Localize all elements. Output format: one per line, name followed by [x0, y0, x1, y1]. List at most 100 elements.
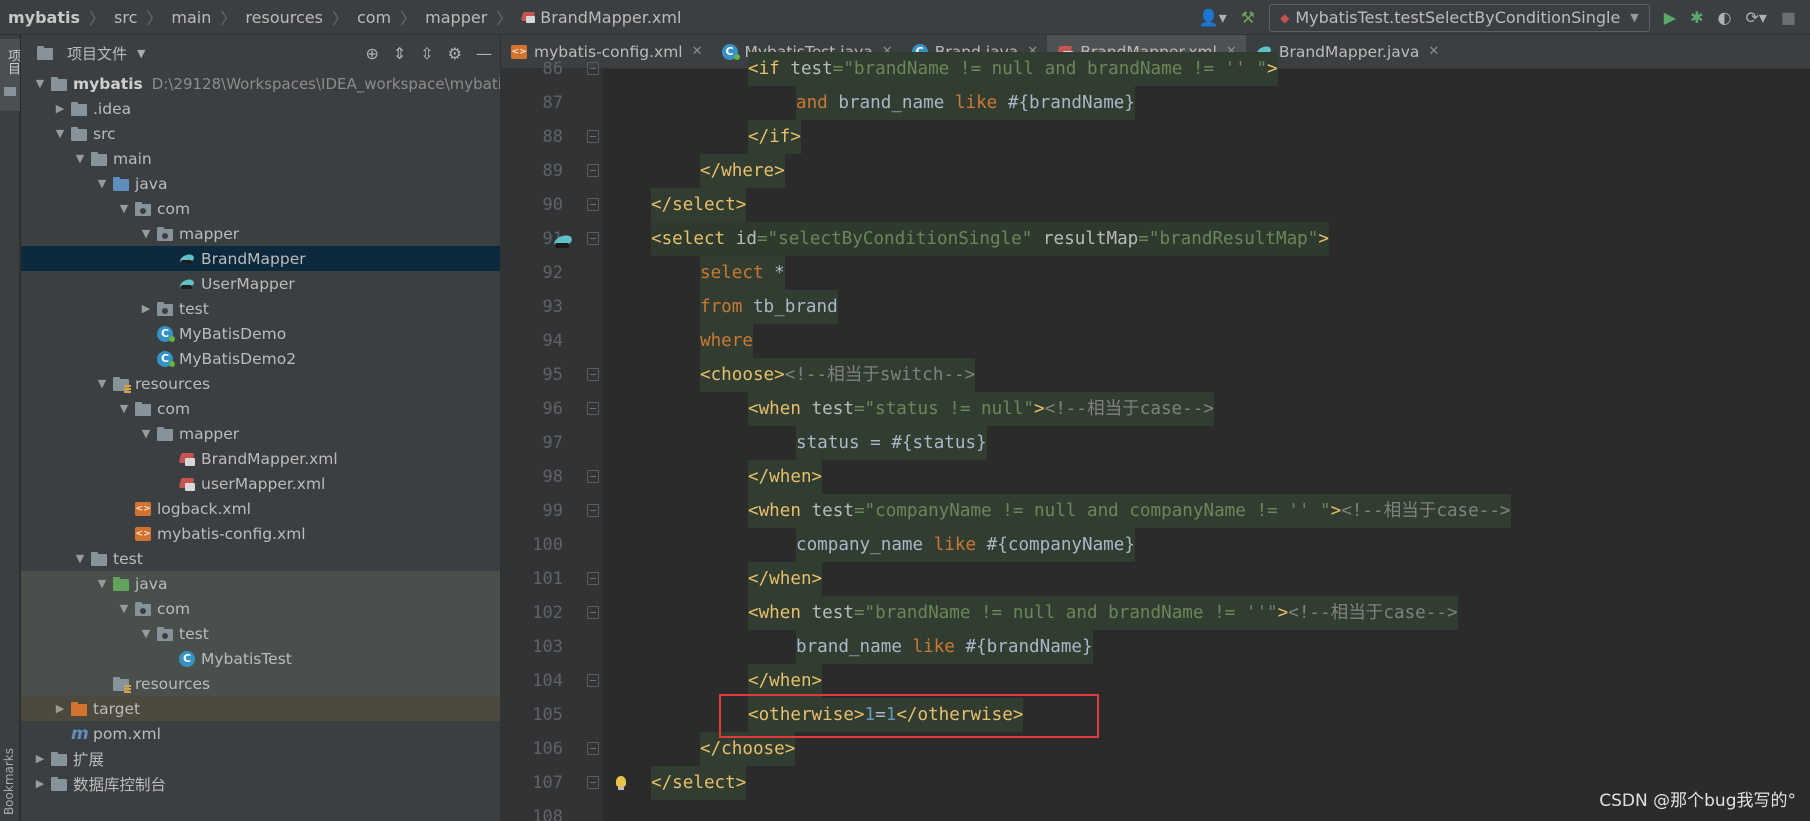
- tree-item-mybatisdemo2[interactable]: MyBatisDemo2: [21, 346, 500, 371]
- fold-marker-icon[interactable]: [587, 62, 599, 75]
- fold-marker-icon[interactable]: [587, 164, 599, 177]
- profile-icon[interactable]: ⟳▾: [1745, 8, 1766, 27]
- chevron-right-icon[interactable]: ▶: [135, 302, 157, 315]
- tree-item-usermapper[interactable]: UserMapper: [21, 271, 500, 296]
- gear-icon[interactable]: ⚙: [448, 44, 462, 63]
- fold-marker-icon[interactable]: [587, 232, 599, 245]
- chevron-down-icon[interactable]: ▼: [135, 427, 157, 440]
- breadcrumb-item[interactable]: BrandMapper.xml: [540, 8, 681, 27]
- tree-item-brandmapper-xml[interactable]: BrandMapper.xml: [21, 446, 500, 471]
- tree-item-mybatis-config-xml[interactable]: mybatis-config.xml: [21, 521, 500, 546]
- breadcrumb-item[interactable]: main: [171, 8, 211, 27]
- chevron-down-icon[interactable]: ▼: [49, 127, 71, 140]
- tree-item-main[interactable]: ▼ main: [21, 146, 500, 171]
- chevron-down-icon[interactable]: ▼: [137, 47, 145, 60]
- run-configuration-select[interactable]: ◆ MybatisTest.testSelectByConditionSingl…: [1269, 3, 1650, 32]
- tree-item-test-com[interactable]: ▼ com: [21, 596, 500, 621]
- code-text: </where>: [700, 154, 785, 188]
- chevron-right-icon[interactable]: ▶: [29, 777, 51, 790]
- resources-folder-icon: [113, 376, 131, 393]
- tree-item-mybatis[interactable]: ▼ mybatis D:\29128\Workspaces\IDEA_works…: [21, 71, 500, 96]
- tree-item-brandmapper[interactable]: BrandMapper: [21, 246, 500, 271]
- build-hammer-icon[interactable]: ⚒: [1241, 8, 1255, 27]
- fold-marker-icon[interactable]: [587, 572, 599, 585]
- tree-item-label: mapper: [179, 424, 240, 443]
- fold-marker-icon[interactable]: [587, 776, 599, 789]
- chevron-right-icon[interactable]: ▶: [49, 102, 71, 115]
- run-icon[interactable]: ▶: [1664, 8, 1676, 27]
- project-view-title[interactable]: 项目文件: [67, 43, 127, 64]
- bookmarks-tool-tab[interactable]: Bookmarks: [2, 748, 16, 815]
- fold-marker-icon[interactable]: [587, 368, 599, 381]
- chevron-down-icon[interactable]: ▼: [135, 227, 157, 240]
- fold-marker-icon[interactable]: [587, 130, 599, 143]
- breadcrumb-item[interactable]: src: [114, 8, 137, 27]
- tree-item-res-mapper[interactable]: ▼ mapper: [21, 421, 500, 446]
- package-icon: [157, 226, 173, 242]
- chevron-down-icon[interactable]: ▼: [29, 77, 51, 90]
- code-line: 91 <select id="selectByConditionSingle" …: [501, 222, 1810, 256]
- fold-marker-icon[interactable]: [587, 402, 599, 415]
- breadcrumb-item[interactable]: mybatis: [8, 8, 80, 27]
- tree-item-db-console[interactable]: ▶ 数据库控制台: [21, 771, 500, 796]
- fold-marker-icon[interactable]: [587, 198, 599, 211]
- breadcrumb-item[interactable]: com: [357, 8, 391, 27]
- annotation-highlight-box: [719, 694, 1099, 738]
- fold-marker-icon[interactable]: [587, 606, 599, 619]
- fold-marker-icon[interactable]: [587, 742, 599, 755]
- tree-item-res-com[interactable]: ▼ com: [21, 396, 500, 421]
- user-icon[interactable]: 👤▾: [1199, 8, 1227, 27]
- tree-item-test[interactable]: ▼ test: [21, 546, 500, 571]
- tree-item-mybatistest[interactable]: MybatisTest: [21, 646, 500, 671]
- chevron-down-icon[interactable]: ▼: [69, 152, 91, 165]
- tree-item-usermapper-xml[interactable]: userMapper.xml: [21, 471, 500, 496]
- fold-marker-icon[interactable]: [587, 470, 599, 483]
- lightbulb-icon[interactable]: [616, 776, 626, 790]
- code-line: 99 <when test="companyName != null and c…: [501, 494, 1810, 528]
- tree-item-test-java[interactable]: ▼ java: [21, 571, 500, 596]
- breadcrumb-item[interactable]: mapper: [425, 8, 487, 27]
- chevron-down-icon[interactable]: ▼: [91, 577, 113, 590]
- tree-item-src[interactable]: ▼ src: [21, 121, 500, 146]
- fold-marker-icon[interactable]: [587, 674, 599, 687]
- chevron-right-icon[interactable]: ▶: [29, 752, 51, 765]
- tree-item-test-resources[interactable]: resources: [21, 671, 500, 696]
- chevron-down-icon[interactable]: ▼: [113, 202, 135, 215]
- tree-item-mybatisdemo[interactable]: MyBatisDemo: [21, 321, 500, 346]
- code-area[interactable]: 86 <if test="brandName != null and brand…: [501, 52, 1810, 821]
- navigation-bar: mybatis 〉 src 〉 main 〉 resources 〉 com 〉…: [0, 0, 1810, 35]
- chevron-down-icon[interactable]: ▼: [113, 602, 135, 615]
- tree-item-logback-xml[interactable]: logback.xml: [21, 496, 500, 521]
- tree-item-test-package[interactable]: ▶ test: [21, 296, 500, 321]
- tree-item-com[interactable]: ▼ com: [21, 196, 500, 221]
- stop-icon[interactable]: ■: [1781, 8, 1796, 27]
- mybatis-navigate-icon[interactable]: [552, 233, 574, 251]
- minimize-icon[interactable]: —: [476, 44, 492, 63]
- code-text: company_name like #{companyName}: [796, 528, 1135, 562]
- chevron-down-icon[interactable]: ▼: [91, 377, 113, 390]
- locate-icon[interactable]: ⊕: [365, 44, 378, 63]
- debug-icon[interactable]: ✱: [1690, 8, 1703, 27]
- breadcrumb-item[interactable]: resources: [245, 8, 323, 27]
- tree-item-idea[interactable]: ▶ .idea: [21, 96, 500, 121]
- tree-item-resources[interactable]: ▼ resources: [21, 371, 500, 396]
- project-tool-tab[interactable]: 项目: [0, 39, 20, 111]
- package-icon: [157, 626, 173, 642]
- tree-item-java[interactable]: ▼ java: [21, 171, 500, 196]
- tree-item-pom-xml[interactable]: pom.xml: [21, 721, 500, 746]
- tree-item-mapper[interactable]: ▼ mapper: [21, 221, 500, 246]
- tree-item-test-test[interactable]: ▼ test: [21, 621, 500, 646]
- chevron-down-icon[interactable]: ▼: [91, 177, 113, 190]
- tree-item-target[interactable]: ▶ target: [21, 696, 500, 721]
- folder-icon: [51, 751, 67, 767]
- chevron-down-icon[interactable]: ▼: [69, 552, 91, 565]
- coverage-icon[interactable]: ◐: [1717, 8, 1731, 27]
- expand-all-icon[interactable]: ⇕: [393, 44, 406, 63]
- chevron-down-icon[interactable]: ▼: [113, 402, 135, 415]
- fold-marker-icon[interactable]: [587, 504, 599, 517]
- chevron-right-icon[interactable]: ▶: [49, 702, 71, 715]
- collapse-all-icon[interactable]: ⇳: [420, 44, 433, 63]
- folder-icon: [37, 45, 53, 61]
- chevron-down-icon[interactable]: ▼: [135, 627, 157, 640]
- tree-item-extensions[interactable]: ▶ 扩展: [21, 746, 500, 771]
